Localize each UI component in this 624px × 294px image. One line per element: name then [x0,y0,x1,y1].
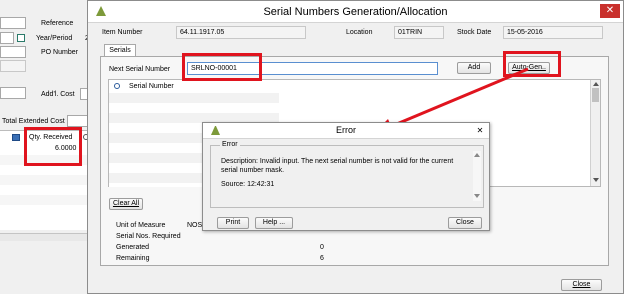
stock-date-value: 15-05-2016 [503,26,603,39]
next-serial-label: Next Serial Number [109,66,171,73]
generated-label: Generated [116,244,150,251]
grid-cell-icon[interactable] [12,134,20,141]
remaining-value: 6 [320,255,324,262]
error-title-bar: Error ✕ [203,123,489,139]
help-button[interactable]: Help ... [255,217,293,229]
total-extended-cost-label: Total Extended Cost [2,118,65,125]
error-scroll-down-icon[interactable] [474,194,480,198]
vertical-scrollbar[interactable] [590,80,600,186]
item-number-value: 64.11.1917.05 [176,26,306,39]
error-group-label: Error [220,141,240,148]
checkbox[interactable] [17,34,25,42]
location-value: 01TRIN [394,26,444,39]
highlight-next-serial [182,53,262,81]
po-number-label: PO Number [41,49,78,56]
close-icon[interactable]: ✕ [600,4,620,18]
addl-cost-label: Add'l. Cost [41,91,75,98]
generated-value: 0 [320,244,324,251]
remaining-label: Remaining [116,255,150,262]
error-scrollbar[interactable] [473,151,481,201]
left-field-4 [0,60,26,72]
stock-date-label: Stock Date [457,29,492,36]
scroll-thumb[interactable] [592,88,599,102]
error-scroll-up-icon[interactable] [474,153,480,157]
year-period-label: Year/Period [36,35,73,42]
location-label: Location [346,29,373,36]
tab-serials-label: Serials [109,47,131,54]
error-close-icon[interactable]: ✕ [475,126,485,136]
error-dialog: Error ✕ Error Description: Invalid input… [202,122,490,231]
highlight-qty-received [24,127,82,166]
error-source: Source: 12:42:31 [221,181,275,188]
horizontal-scrollbar[interactable] [0,233,100,241]
list-search-icon[interactable] [114,83,120,89]
title-bar: Serial Numbers Generation/Allocation ✕ [88,1,623,23]
left-field-2[interactable] [0,32,14,44]
close-button[interactable]: Close [561,279,602,291]
left-field-5[interactable] [0,87,26,99]
scroll-up-icon[interactable] [593,82,599,86]
background-window: Reference Year/Period 2 PO Number Add'l.… [0,0,100,294]
item-number-label: Item Number [102,29,143,36]
reference-label: Reference [41,20,74,27]
scroll-down-icon[interactable] [593,178,599,182]
print-button[interactable]: Print [217,217,249,229]
error-close-button[interactable]: Close [448,217,482,229]
unit-of-measure-label: Unit of Measure [116,222,166,229]
error-group-box: Error Description: Invalid input. The ne… [210,141,484,208]
error-title: Error [336,125,356,135]
left-field-3[interactable] [0,46,26,58]
left-field-1[interactable] [0,17,26,29]
serial-number-header: Serial Number [129,83,174,90]
clear-all-button[interactable]: Clear All [109,198,143,210]
unit-of-measure-value: NOS [187,222,203,229]
serial-required-label: Serial Nos. Required [116,233,181,240]
dialog-title: Serial Numbers Generation/Allocation [263,6,448,18]
error-description: Description: Invalid input. The next ser… [221,158,454,174]
